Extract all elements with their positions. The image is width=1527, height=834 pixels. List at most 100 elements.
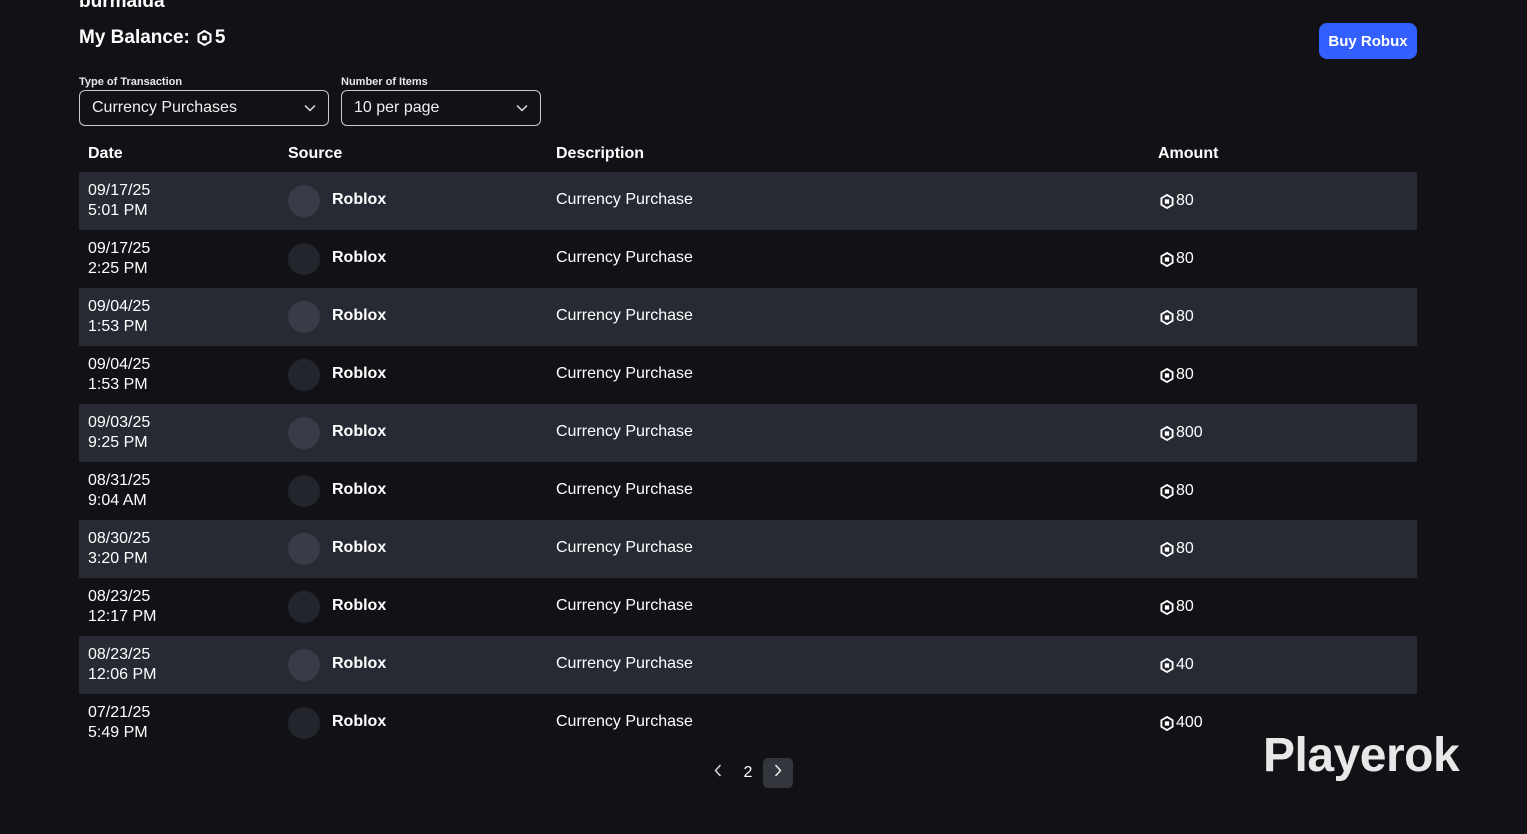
row-amount-cell: 400 <box>1160 714 1203 732</box>
source-avatar <box>288 417 320 449</box>
source-avatar <box>288 649 320 681</box>
row-source[interactable]: Roblox <box>332 423 386 441</box>
transaction-type-select[interactable]: Currency Purchases <box>79 90 329 126</box>
table-row: 09/03/25 9:25 PM Roblox Currency Purchase 80… <box>79 404 1417 462</box>
table-header: Date Source Description Amount <box>79 136 1417 172</box>
robux-icon <box>197 30 212 46</box>
row-amount: 80 <box>1176 308 1194 325</box>
row-source[interactable]: Roblox <box>332 597 386 615</box>
row-amount-cell: 80 <box>1160 250 1194 268</box>
row-time: 3:20 PM <box>88 550 148 567</box>
table-row: 07/21/25 5:49 PM Roblox Currency Purchase 40… <box>79 694 1417 752</box>
row-date-cell: 07/21/25 5:49 PM <box>88 703 150 743</box>
column-header-description: Description <box>556 145 645 162</box>
current-page-number: 2 <box>743 764 753 781</box>
next-page-button[interactable] <box>763 758 793 788</box>
transactions-table: Date Source Description Amount 09/17/25 5… <box>79 136 1417 752</box>
robux-icon <box>1160 541 1174 557</box>
robux-icon <box>1160 483 1174 499</box>
row-date-cell: 09/03/25 9:25 PM <box>88 413 150 453</box>
row-description: Currency Purchase <box>556 655 693 672</box>
row-time: 2:25 PM <box>88 260 148 277</box>
buy-robux-button[interactable]: Buy Robux <box>1319 23 1417 59</box>
row-description: Currency Purchase <box>556 597 693 614</box>
row-date: 09/04/25 <box>88 298 151 315</box>
items-count-select[interactable]: 10 per page <box>341 90 541 126</box>
chevron-right-icon <box>774 764 782 782</box>
row-amount-cell: 800 <box>1160 424 1203 442</box>
row-time: 9:04 AM <box>88 492 147 509</box>
row-date: 07/21/25 <box>88 704 151 721</box>
chevron-down-icon <box>304 99 316 117</box>
row-amount-cell: 80 <box>1160 598 1194 616</box>
row-time: 5:49 PM <box>88 724 148 741</box>
row-amount: 80 <box>1176 192 1194 209</box>
source-avatar <box>288 301 320 333</box>
table-row: 09/17/25 5:01 PM Roblox Currency Purchase 80 <box>79 172 1417 230</box>
row-amount-cell: 80 <box>1160 308 1194 326</box>
row-time: 9:25 PM <box>88 434 148 451</box>
row-description: Currency Purchase <box>556 191 693 208</box>
row-source[interactable]: Roblox <box>332 249 386 267</box>
column-header-source: Source <box>288 145 343 162</box>
row-amount: 80 <box>1176 366 1194 383</box>
table-row: 09/17/25 2:25 PM Roblox Currency Purchase 80 <box>79 230 1417 288</box>
balance-label: My Balance: <box>79 27 190 48</box>
robux-icon <box>1160 251 1174 267</box>
row-date: 09/17/25 <box>88 240 151 257</box>
row-amount-cell: 80 <box>1160 540 1194 558</box>
column-header-amount: Amount <box>1158 145 1219 162</box>
transaction-type-label: Type of Transaction <box>79 76 183 88</box>
row-source[interactable]: Roblox <box>332 713 386 731</box>
row-time: 1:53 PM <box>88 318 148 335</box>
balance-value: 5 <box>214 27 226 48</box>
row-source[interactable]: Roblox <box>332 307 386 325</box>
table-row: 08/23/25 12:17 PM Roblox Currency Purchase 8… <box>79 578 1417 636</box>
source-avatar <box>288 707 320 739</box>
row-amount: 80 <box>1176 482 1194 499</box>
row-amount-cell: 80 <box>1160 482 1194 500</box>
robux-icon <box>1160 425 1174 441</box>
row-amount: 400 <box>1176 714 1203 731</box>
row-description: Currency Purchase <box>556 423 693 440</box>
row-source[interactable]: Roblox <box>332 191 386 209</box>
table-row: 09/04/25 1:53 PM Roblox Currency Purchase 80 <box>79 346 1417 404</box>
row-source[interactable]: Roblox <box>332 365 386 383</box>
row-source[interactable]: Roblox <box>332 539 386 557</box>
robux-icon <box>1160 193 1174 209</box>
table-row: 09/04/25 1:53 PM Roblox Currency Purchase 80 <box>79 288 1417 346</box>
pagination: 2 <box>703 758 793 788</box>
transaction-type-value: Currency Purchases <box>92 99 237 116</box>
robux-icon <box>1160 599 1174 615</box>
table-row: 08/30/25 3:20 PM Roblox Currency Purchase 80 <box>79 520 1417 578</box>
source-avatar <box>288 591 320 623</box>
row-date: 08/23/25 <box>88 646 151 663</box>
column-header-date: Date <box>88 145 123 162</box>
row-amount-cell: 40 <box>1160 656 1194 674</box>
source-avatar <box>288 533 320 565</box>
row-source[interactable]: Roblox <box>332 481 386 499</box>
source-avatar <box>288 185 320 217</box>
row-date-cell: 09/04/25 1:53 PM <box>88 297 150 337</box>
robux-icon <box>1160 657 1174 673</box>
row-date: 08/30/25 <box>88 530 151 547</box>
row-amount: 80 <box>1176 598 1194 615</box>
row-amount-cell: 80 <box>1160 366 1194 384</box>
chevron-down-icon <box>516 99 528 117</box>
row-date-cell: 09/17/25 5:01 PM <box>88 181 150 221</box>
balance-row: My Balance: 5 <box>79 25 225 51</box>
row-time: 12:17 PM <box>88 608 157 625</box>
row-amount-cell: 80 <box>1160 192 1194 210</box>
row-amount: 40 <box>1176 656 1194 673</box>
row-source[interactable]: Roblox <box>332 655 386 673</box>
previous-page-button[interactable] <box>703 758 733 788</box>
transactions-page: burmalda My Balance: 5 Buy Robux Type of… <box>0 0 1527 834</box>
row-date-cell: 08/31/25 9:04 AM <box>88 471 150 511</box>
robux-icon <box>1160 715 1174 731</box>
row-description: Currency Purchase <box>556 249 693 266</box>
row-date-cell: 08/23/25 12:17 PM <box>88 587 156 627</box>
table-row: 08/31/25 9:04 AM Roblox Currency Purchase 80 <box>79 462 1417 520</box>
table-body: 09/17/25 5:01 PM Roblox Currency Purchase 80… <box>79 172 1417 752</box>
row-description: Currency Purchase <box>556 713 693 730</box>
table-row: 08/23/25 12:06 PM Roblox Currency Purchase 4… <box>79 636 1417 694</box>
